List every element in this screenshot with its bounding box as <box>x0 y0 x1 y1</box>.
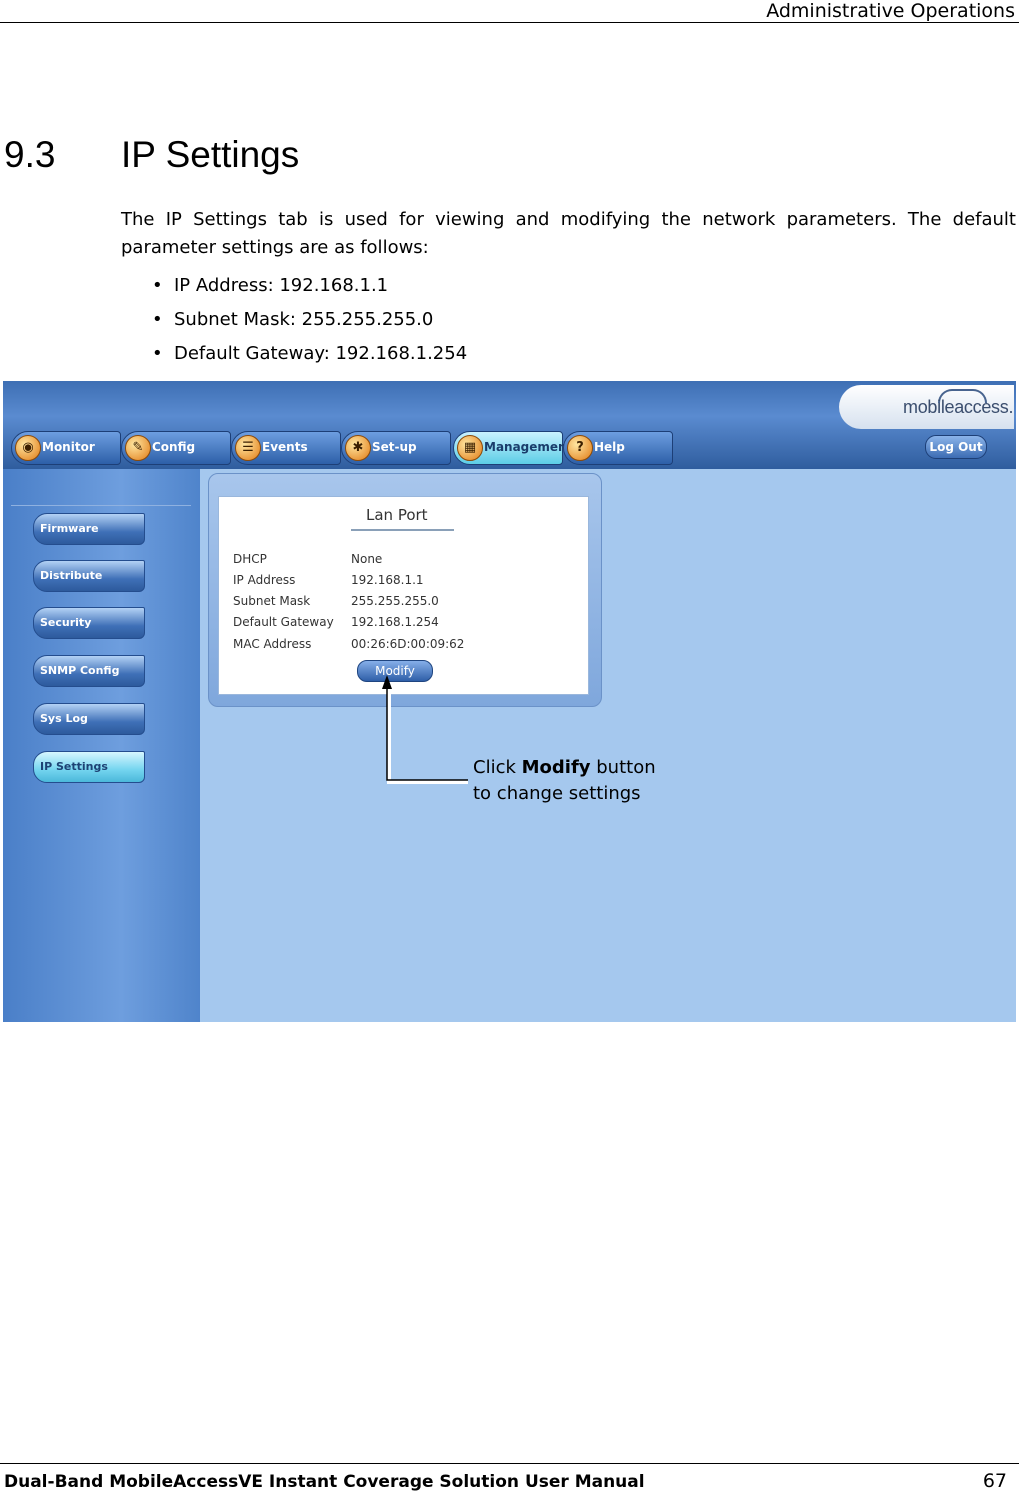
bullet-icon: • <box>152 309 163 330</box>
section-number: 9.3 <box>4 134 56 175</box>
page-number: 67 <box>982 1470 1007 1492</box>
intro-paragraph: The IP Settings tab is used for viewing … <box>121 209 1016 258</box>
header-rule <box>0 22 1019 23</box>
default-settings-list: • IP Address: 192.168.1.1 • Subnet Mask: 2… <box>152 272 467 374</box>
list-item: • Default Gateway: 192.168.1.254 <box>152 340 467 374</box>
section-title: IP Settings <box>121 134 300 175</box>
ip-settings-screenshot: mobileaccess. ◉ Monitor ✎ Config ☰ Event… <box>3 381 1016 1022</box>
footer-manual-title: Dual-Band MobileAccessVE Instant Coverag… <box>4 1472 645 1492</box>
callout-arrow-icon <box>382 675 468 784</box>
list-item: • IP Address: 192.168.1.1 <box>152 272 467 306</box>
bullet-icon: • <box>152 275 163 296</box>
running-header: Administrative Operations <box>766 0 1015 22</box>
callout-text: Click Modify button to change settings <box>473 757 656 804</box>
footer-rule <box>0 1463 1019 1464</box>
bullet-icon: • <box>152 343 163 364</box>
list-item: • Subnet Mask: 255.255.255.0 <box>152 306 467 340</box>
